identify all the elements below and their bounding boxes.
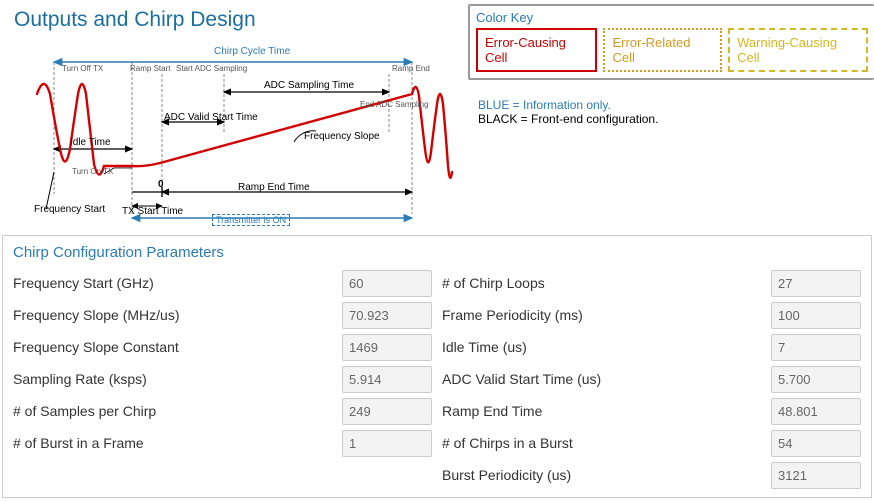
label-ramp-start: Ramp Start	[130, 64, 170, 73]
freq-start-input[interactable]	[342, 270, 432, 297]
key-warning-causing: Warning-Causing Cell	[728, 28, 868, 72]
chirps-per-burst-input[interactable]	[771, 430, 861, 457]
label-tx-start-time: TX Start Time	[122, 206, 183, 217]
param-label: Ramp End Time	[442, 403, 771, 419]
chirp-config-title: Chirp Configuration Parameters	[13, 244, 861, 261]
params-right-col: # of Chirp Loops Frame Periodicity (ms) …	[442, 267, 861, 491]
label-chirp-cycle-time: Chirp Cycle Time	[214, 46, 290, 57]
idle-time-input[interactable]	[771, 334, 861, 361]
sampling-rate-input[interactable]	[342, 366, 432, 393]
color-key-box: Color Key Error-Causing Cell Error-Relat…	[468, 4, 874, 80]
label-start-adc-sampling: Start ADC Sampling	[176, 64, 247, 73]
param-label: ADC Valid Start Time (us)	[442, 371, 771, 387]
param-label: Frequency Start (GHz)	[13, 275, 342, 291]
label-turn-off-tx: Turn Off TX	[62, 64, 103, 73]
label-adc-valid-start-time: ADC Valid Start Time	[164, 112, 224, 123]
param-label: Frequency Slope (MHz/us)	[13, 307, 342, 323]
color-key-title: Color Key	[476, 10, 868, 25]
label-transmitter-on: Transmitter is ON	[212, 214, 290, 226]
legend-blue: BLUE = Information only.	[478, 98, 874, 112]
params-left-col: Frequency Start (GHz) Frequency Slope (M…	[13, 267, 432, 491]
param-label: # of Samples per Chirp	[13, 403, 342, 419]
bursts-per-frame-input[interactable]	[342, 430, 432, 457]
param-label: # of Chirps in a Burst	[442, 435, 771, 451]
adc-valid-start-input[interactable]	[771, 366, 861, 393]
label-zero: 0	[158, 179, 164, 190]
legend-black: BLACK = Front-end configuration.	[478, 112, 874, 126]
ramp-end-time-input[interactable]	[771, 398, 861, 425]
burst-periodicity-input[interactable]	[771, 462, 861, 489]
label-end-adc-sampling: End ADC Sampling	[360, 100, 400, 109]
param-label: Burst Periodicity (us)	[442, 467, 771, 483]
param-label: Frequency Slope Constant	[13, 339, 342, 355]
frame-periodicity-input[interactable]	[771, 302, 861, 329]
param-label: # of Chirp Loops	[442, 275, 771, 291]
label-frequency-slope: Frequency Slope	[304, 131, 380, 142]
section-title: Outputs and Chirp Design	[14, 8, 454, 32]
label-ramp-end: Ramp End	[392, 64, 430, 73]
param-label: # of Burst in a Frame	[13, 435, 342, 451]
key-error-related: Error-Related Cell	[603, 28, 722, 72]
key-error-causing: Error-Causing Cell	[476, 28, 597, 72]
param-label: Frame Periodicity (ms)	[442, 307, 771, 323]
label-adc-sampling-time: ADC Sampling Time	[264, 80, 354, 91]
param-label: Idle Time (us)	[442, 339, 771, 355]
label-ramp-end-time: Ramp End Time	[238, 182, 310, 193]
freq-slope-input[interactable]	[342, 302, 432, 329]
legend: BLUE = Information only. BLACK = Front-e…	[478, 98, 874, 126]
label-idle-time: Idle Time	[70, 137, 111, 148]
label-frequency-start: Frequency Start	[34, 204, 88, 215]
samples-per-chirp-input[interactable]	[342, 398, 432, 425]
freq-slope-const-input[interactable]	[342, 334, 432, 361]
chirp-loops-input[interactable]	[771, 270, 861, 297]
chirp-config-panel: Chirp Configuration Parameters Frequency…	[2, 235, 872, 498]
param-label: Sampling Rate (ksps)	[13, 371, 342, 387]
label-turn-on-tx: Turn On TX	[72, 167, 113, 176]
chirp-timing-diagram: Chirp Cycle Time Turn Off TX Ramp Start …	[14, 34, 454, 229]
